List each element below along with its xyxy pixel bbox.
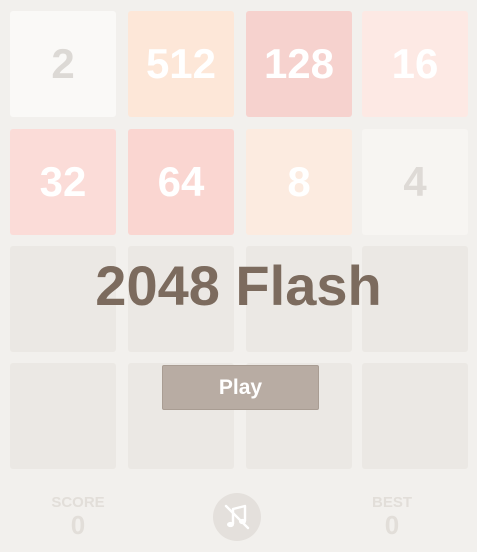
game-title: 2048 Flash: [95, 254, 382, 317]
tile-64: 64: [128, 129, 234, 235]
score-label: SCORE: [51, 494, 105, 511]
empty-cell: [10, 363, 116, 469]
music-toggle-button[interactable]: [213, 493, 261, 541]
score-panel: SCORE 0: [38, 494, 118, 539]
music-off-icon: [224, 504, 250, 530]
tile-32: 32: [10, 129, 116, 235]
footer-bar: SCORE 0 BEST 0: [0, 480, 477, 552]
tile-4: 4: [362, 129, 468, 235]
tile-512: 512: [128, 11, 234, 117]
tile-8: 8: [246, 129, 352, 235]
best-label: BEST: [371, 494, 412, 511]
tile-128: 128: [246, 11, 352, 117]
empty-cell: [362, 363, 468, 469]
play-button[interactable]: Play: [162, 365, 319, 410]
score-value: 0: [70, 510, 86, 540]
tile-16: 16: [362, 11, 468, 117]
tile-2: 2: [10, 11, 116, 117]
best-panel: BEST 0: [352, 494, 432, 539]
best-value: 0: [384, 510, 400, 540]
